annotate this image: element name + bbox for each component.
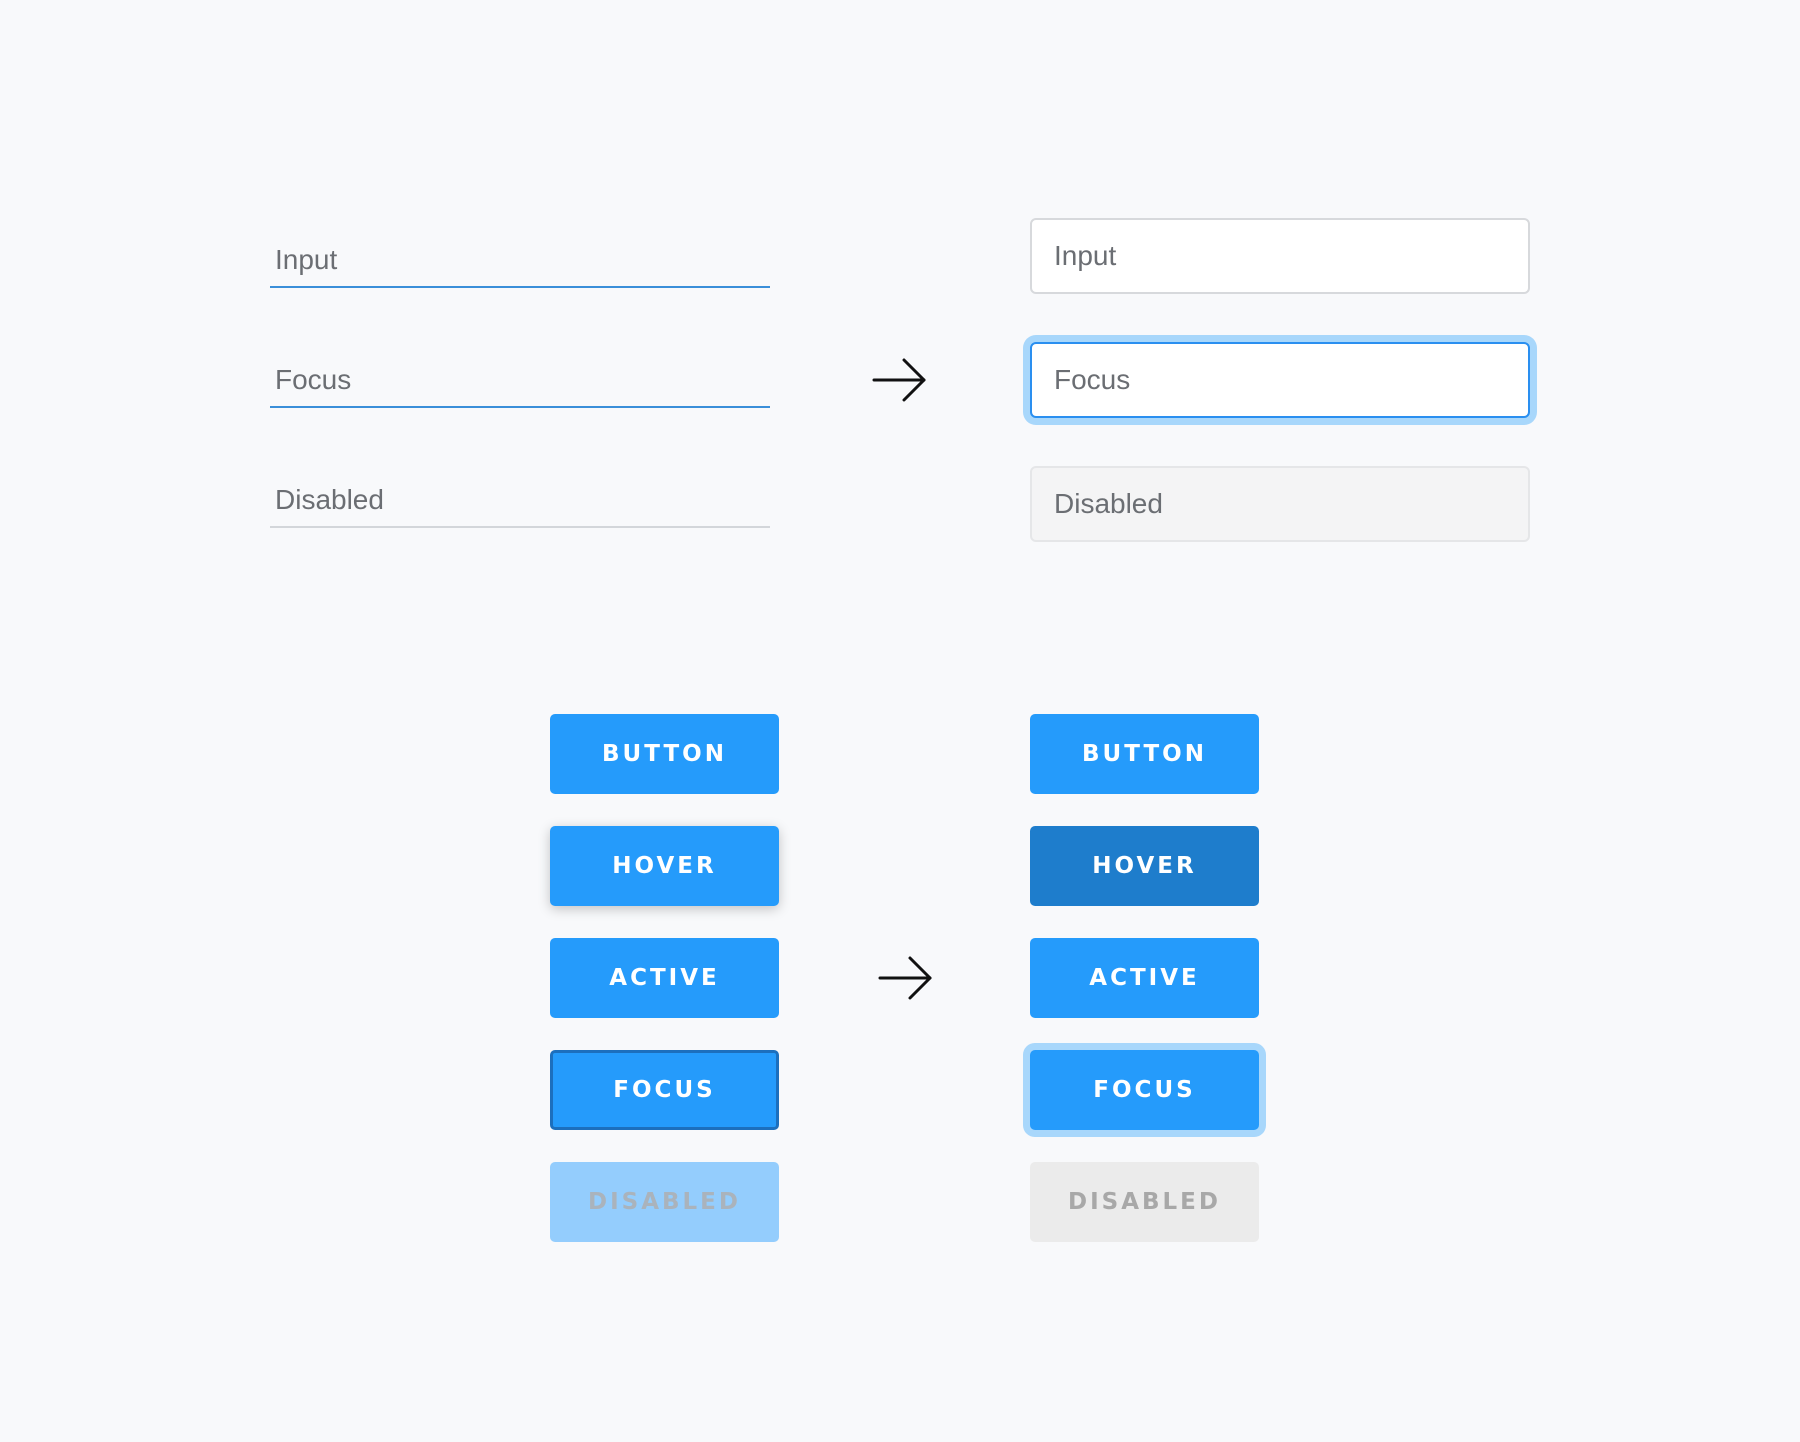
old-button-active[interactable]: ACTIVE — [550, 938, 779, 1018]
old-button-hover[interactable]: HOVER — [550, 826, 779, 906]
box-input-focus[interactable]: Focus — [1030, 342, 1530, 418]
old-button-default[interactable]: BUTTON — [550, 714, 779, 794]
underline-input-default[interactable]: Input — [270, 240, 770, 288]
underline-input-focus-label: Focus — [275, 364, 352, 395]
box-input-default-label: Input — [1054, 240, 1117, 271]
box-input-focus-label: Focus — [1054, 364, 1131, 395]
box-input-default[interactable]: Input — [1030, 218, 1530, 294]
box-input-disabled-label: Disabled — [1054, 488, 1163, 519]
underline-input-focus[interactable]: Focus — [270, 360, 770, 408]
new-button-default[interactable]: BUTTON — [1030, 714, 1259, 794]
new-button-disabled: DISABLED — [1030, 1162, 1259, 1242]
underline-input-disabled: Disabled — [270, 480, 770, 528]
new-button-active[interactable]: ACTIVE — [1030, 938, 1259, 1018]
new-button-hover[interactable]: HOVER — [1030, 826, 1259, 906]
underline-input-default-label: Input — [275, 244, 338, 275]
arrow-right-icon — [878, 956, 932, 1000]
box-input-disabled: Disabled — [1030, 466, 1530, 542]
new-button-focus[interactable]: FOCUS — [1030, 1050, 1259, 1130]
arrow-right-icon — [872, 358, 926, 402]
old-button-focus[interactable]: FOCUS — [550, 1050, 779, 1130]
old-button-disabled: DISABLED — [550, 1162, 779, 1242]
underline-input-disabled-label: Disabled — [275, 484, 384, 515]
